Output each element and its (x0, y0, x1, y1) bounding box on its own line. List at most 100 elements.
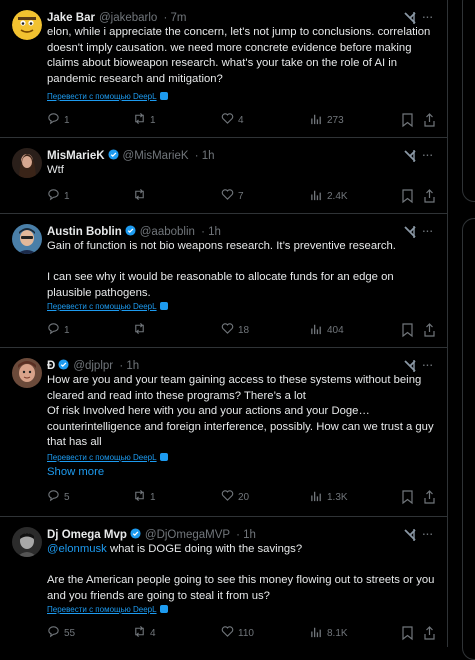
author-name[interactable]: Jake Bar (47, 12, 95, 24)
share-icon[interactable] (423, 188, 436, 204)
reply-icon (48, 113, 59, 125)
like-count: 7 (238, 191, 244, 202)
right-sidebar-edge (462, 0, 475, 660)
sidebar-card-edge (462, 0, 475, 202)
views-icon (311, 114, 321, 125)
show-more-link[interactable]: Show more (47, 465, 104, 480)
grok-icon[interactable] (403, 225, 417, 239)
timestamp[interactable]: · 1h (201, 226, 221, 238)
more-icon[interactable]: ··· (419, 223, 435, 240)
tweet[interactable]: Dj Omega Mvp @DjOmegaMVP · 1h ··· @elonmu… (0, 517, 447, 647)
tweet[interactable]: MisMarieK @MisMarieK · 1h ··· Wtf 1 7 2.4… (0, 138, 447, 214)
repost-icon (135, 625, 144, 638)
like-button[interactable]: 20 (221, 489, 249, 505)
tweet-text: Wtf (47, 164, 64, 176)
author-handle[interactable]: @jakebarlo (99, 12, 157, 24)
more-icon[interactable]: ··· (419, 147, 435, 164)
verified-icon (125, 225, 136, 236)
repost-button[interactable]: 1 (133, 112, 156, 128)
verified-icon (58, 359, 69, 370)
views-count: 2.4K (327, 191, 348, 202)
like-button[interactable]: 110 (221, 625, 254, 641)
grok-icon[interactable] (403, 359, 417, 373)
more-icon[interactable]: ··· (419, 9, 435, 26)
repost-button[interactable] (133, 188, 150, 204)
timestamp[interactable]: · 1h (119, 360, 139, 372)
tweet[interactable]: Austin Boblin @aaboblin · 1h ··· Gain of … (0, 214, 447, 348)
author-name[interactable]: Dj Omega Mvp (47, 529, 127, 541)
verified-icon (130, 528, 141, 539)
author-handle[interactable]: @djplpr (73, 360, 113, 372)
views-button[interactable]: 2.4K (310, 188, 348, 204)
author-name[interactable]: Ð (47, 360, 55, 372)
translate-label: Перевести с помощью DeepL (47, 605, 157, 614)
views-button[interactable]: 404 (310, 322, 344, 338)
views-button[interactable]: 1.3K (310, 489, 348, 505)
repost-icon (135, 489, 144, 502)
translate-link[interactable]: Перевести с помощью DeepL (47, 92, 168, 102)
tweet-text: How are you and your team gaining access… (47, 374, 434, 448)
author-handle[interactable]: @aaboblin (140, 226, 195, 238)
translate-link[interactable]: Перевести с помощью DeepL (47, 302, 168, 312)
author-handle[interactable]: @DjOmegaMVP (145, 529, 230, 541)
like-button[interactable]: 7 (221, 188, 244, 204)
author-handle[interactable]: @MisMarieK (123, 150, 189, 162)
reply-button[interactable]: 5 (47, 489, 70, 505)
avatar[interactable] (12, 527, 42, 557)
reply-icon (48, 626, 59, 638)
tweet-text: Gain of function is not bio weapons rese… (47, 240, 396, 299)
repost-icon (135, 322, 144, 335)
share-icon[interactable] (423, 112, 436, 128)
sidebar-card-edge (462, 218, 475, 660)
share-icon[interactable] (423, 625, 436, 641)
avatar[interactable] (12, 358, 42, 388)
avatar[interactable] (12, 224, 42, 254)
mention-link[interactable]: @elonmusk (47, 543, 107, 555)
author-name[interactable]: Austin Boblin (47, 226, 122, 238)
translate-link[interactable]: Перевести с помощью DeepL (47, 605, 168, 615)
heart-icon (221, 626, 234, 637)
more-icon[interactable]: ··· (419, 357, 435, 374)
translate-label: Перевести с помощью DeepL (47, 302, 157, 311)
avatar[interactable] (12, 10, 42, 40)
like-button[interactable]: 4 (221, 112, 244, 128)
views-count: 404 (327, 325, 344, 336)
timestamp[interactable]: · 1h (236, 529, 256, 541)
grok-icon[interactable] (403, 528, 417, 542)
views-count: 1.3K (327, 492, 348, 503)
views-count: 8.1K (327, 628, 348, 639)
share-icon[interactable] (423, 489, 436, 505)
repost-button[interactable] (133, 322, 150, 338)
author-name[interactable]: MisMarieK (47, 150, 105, 162)
reply-button[interactable]: 1 (47, 322, 70, 338)
avatar[interactable] (12, 148, 42, 178)
bookmark-icon[interactable] (401, 489, 414, 505)
tweet[interactable]: Ð @djplpr · 1h ··· How are you and your t… (0, 348, 447, 517)
views-icon (311, 324, 321, 335)
bookmark-icon[interactable] (401, 112, 414, 128)
repost-button[interactable]: 4 (133, 625, 156, 641)
translate-link[interactable]: Перевести с помощью DeepL (47, 453, 168, 463)
bookmark-icon[interactable] (401, 322, 414, 338)
views-button[interactable]: 273 (310, 112, 344, 128)
timestamp[interactable]: · 1h (195, 150, 215, 162)
grok-icon[interactable] (403, 11, 417, 25)
views-button[interactable]: 8.1K (310, 625, 348, 641)
reply-icon (48, 189, 59, 201)
bookmark-icon[interactable] (401, 188, 414, 204)
share-icon[interactable] (423, 322, 436, 338)
reply-button[interactable]: 1 (47, 188, 70, 204)
like-button[interactable]: 18 (221, 322, 249, 338)
reply-button[interactable]: 1 (47, 112, 70, 128)
more-icon[interactable]: ··· (419, 526, 435, 543)
reply-feed[interactable]: Jake Bar @jakebarlo · 7m ··· elon, while … (0, 0, 448, 647)
tweet[interactable]: Jake Bar @jakebarlo · 7m ··· elon, while … (0, 0, 447, 138)
heart-icon (221, 113, 234, 124)
grok-icon[interactable] (403, 149, 417, 163)
deepl-icon (159, 605, 168, 613)
reply-button[interactable]: 55 (47, 625, 75, 641)
bookmark-icon[interactable] (401, 625, 414, 641)
repost-button[interactable]: 1 (133, 489, 156, 505)
timestamp[interactable]: · 7m (164, 12, 187, 24)
repost-icon (135, 188, 144, 201)
